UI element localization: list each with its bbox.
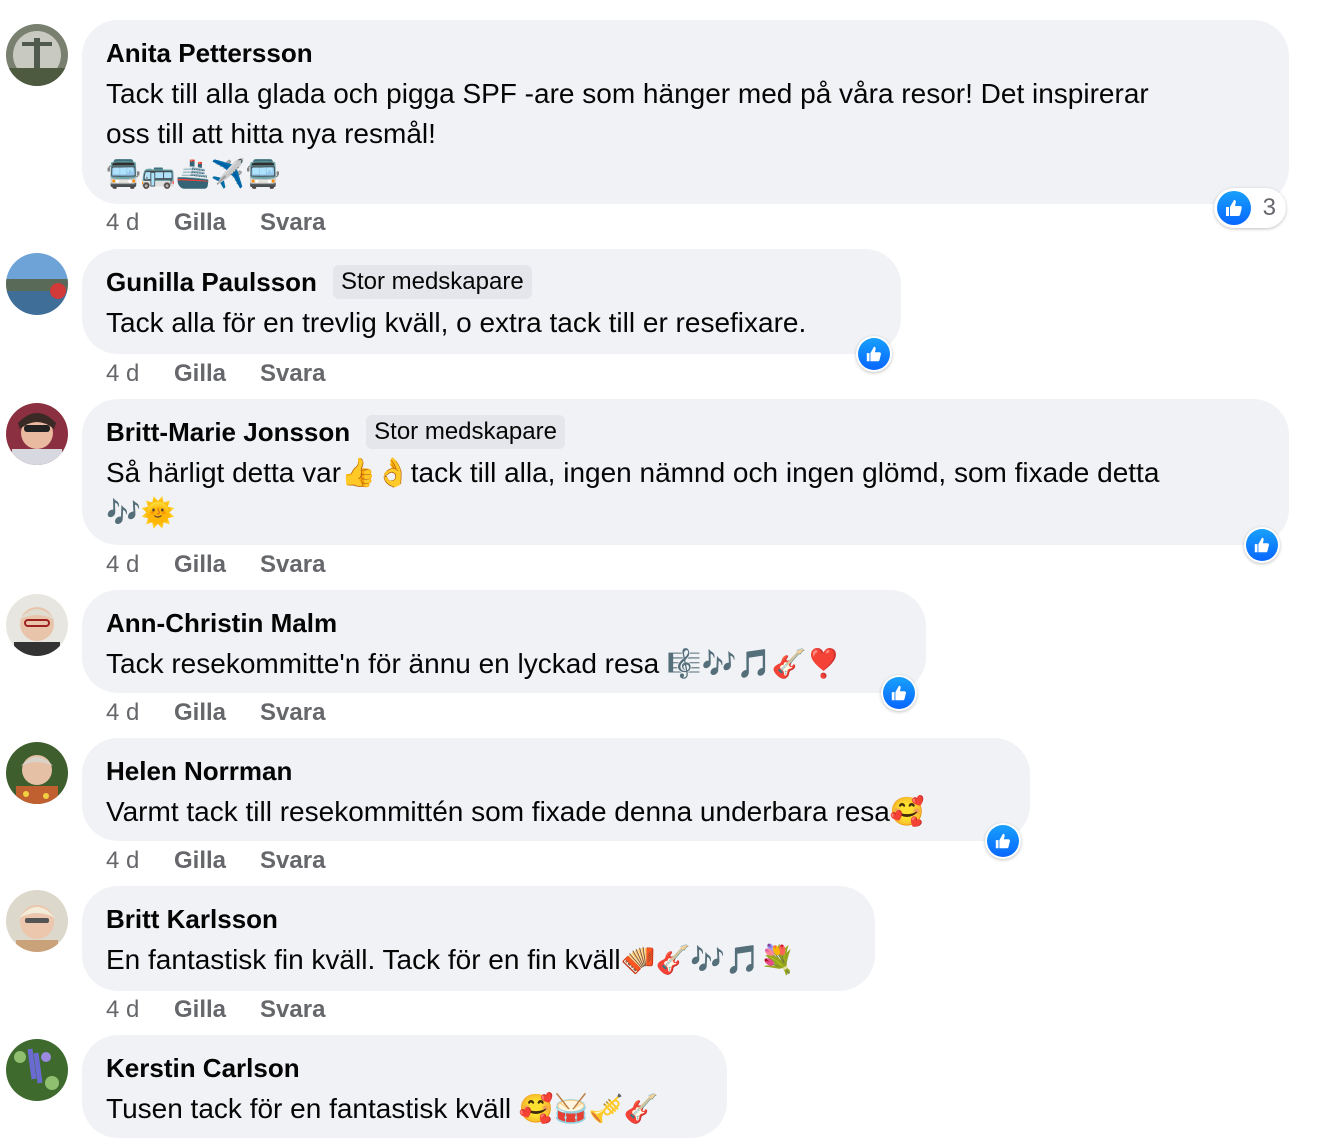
reaction-badge[interactable] (1244, 527, 1280, 563)
reaction-badge[interactable] (985, 823, 1021, 859)
author-name[interactable]: Britt Karlsson (106, 904, 278, 935)
like-button[interactable]: Gilla (174, 847, 226, 875)
reply-button[interactable]: Svara (260, 209, 325, 237)
comment-text: Tack till alla glada och pigga SPF -are … (106, 78, 1149, 109)
comment-text: Tack resekommitte'n för ännu en lyckad r… (106, 648, 842, 679)
reply-button[interactable]: Svara (260, 996, 325, 1024)
reaction-badge[interactable] (881, 675, 917, 711)
avatar[interactable] (6, 403, 68, 465)
comment-bubble: Britt-Marie Jonsson Stor medskapare Så hä… (82, 399, 1289, 545)
avatar[interactable] (6, 24, 68, 86)
comment-bubble: Anita Pettersson Tack till alla glada oc… (82, 20, 1289, 204)
like-button[interactable]: Gilla (174, 699, 226, 727)
comment-text: Så härligt detta var👍👌tack till alla, in… (106, 457, 1160, 488)
comment-actions: 4 d Gilla Svara (106, 360, 359, 388)
comment-text: oss till att hitta nya resmål! (106, 118, 436, 149)
timestamp[interactable]: 4 d (106, 360, 174, 388)
comment-bubble: Britt Karlsson En fantastisk fin kväll. … (82, 886, 875, 991)
timestamp[interactable]: 4 d (106, 551, 174, 579)
reaction-badge[interactable] (856, 336, 892, 372)
author-name[interactable]: Helen Norrman (106, 756, 292, 787)
comment-actions: 4 d Gilla Svara (106, 699, 359, 727)
like-button[interactable]: Gilla (174, 551, 226, 579)
author-name[interactable]: Kerstin Carlson (106, 1053, 300, 1084)
comment-text: Varmt tack till resekommittén som fixade… (106, 796, 925, 827)
comment-actions: 4 d Gilla Svara (106, 847, 359, 875)
like-button[interactable]: Gilla (174, 996, 226, 1024)
reply-button[interactable]: Svara (260, 551, 325, 579)
like-button[interactable]: Gilla (174, 360, 226, 388)
author-name[interactable]: Anita Pettersson (106, 38, 313, 69)
avatar[interactable] (6, 742, 68, 804)
comment-text: Tack alla för en trevlig kväll, o extra … (106, 307, 807, 338)
comment-bubble: Kerstin Carlson Tusen tack för en fantas… (82, 1035, 727, 1138)
reaction-count[interactable]: 3 (1214, 188, 1286, 228)
reply-button[interactable]: Svara (260, 847, 325, 875)
like-icon (883, 677, 915, 709)
author-name[interactable]: Ann-Christin Malm (106, 608, 337, 639)
timestamp[interactable]: 4 d (106, 996, 174, 1024)
like-icon (987, 825, 1019, 857)
timestamp[interactable]: 4 d (106, 847, 174, 875)
reply-button[interactable]: Svara (260, 699, 325, 727)
author-name[interactable]: Britt-Marie Jonsson (106, 417, 350, 448)
timestamp[interactable]: 4 d (106, 209, 174, 237)
like-icon (1246, 529, 1278, 561)
top-contributor-badge: Stor medskapare (366, 415, 565, 449)
comment-actions: 4 d Gilla Svara (106, 996, 359, 1024)
like-icon (858, 338, 890, 370)
author-name[interactable]: Gunilla Paulsson (106, 267, 317, 298)
like-button[interactable]: Gilla (174, 209, 226, 237)
timestamp[interactable]: 4 d (106, 699, 174, 727)
comment-bubble: Ann-Christin Malm Tack resekommitte'n fö… (82, 590, 926, 693)
comment-emoji: 🚍🚌🚢✈️🚍 (106, 157, 281, 190)
avatar[interactable] (6, 1039, 68, 1101)
reply-button[interactable]: Svara (260, 360, 325, 388)
comment-text: Tusen tack för en fantastisk kväll 🥰🥁🎺🎸 (106, 1093, 659, 1124)
comment-bubble: Gunilla Paulsson Stor medskapare Tack all… (82, 249, 901, 354)
like-icon (1217, 191, 1251, 225)
avatar[interactable] (6, 594, 68, 656)
top-contributor-badge: Stor medskapare (332, 265, 532, 299)
avatar[interactable] (6, 253, 68, 315)
comment-emoji: 🎶🌞 (106, 496, 176, 529)
comment-actions: 4 d Gilla Svara (106, 551, 359, 579)
avatar[interactable] (6, 890, 68, 952)
comment-text: En fantastisk fin kväll. Tack för en fin… (106, 944, 795, 975)
comment-bubble: Helen Norrman Varmt tack till resekommit… (82, 738, 1030, 841)
comment-actions: 4 d Gilla Svara (106, 209, 359, 237)
